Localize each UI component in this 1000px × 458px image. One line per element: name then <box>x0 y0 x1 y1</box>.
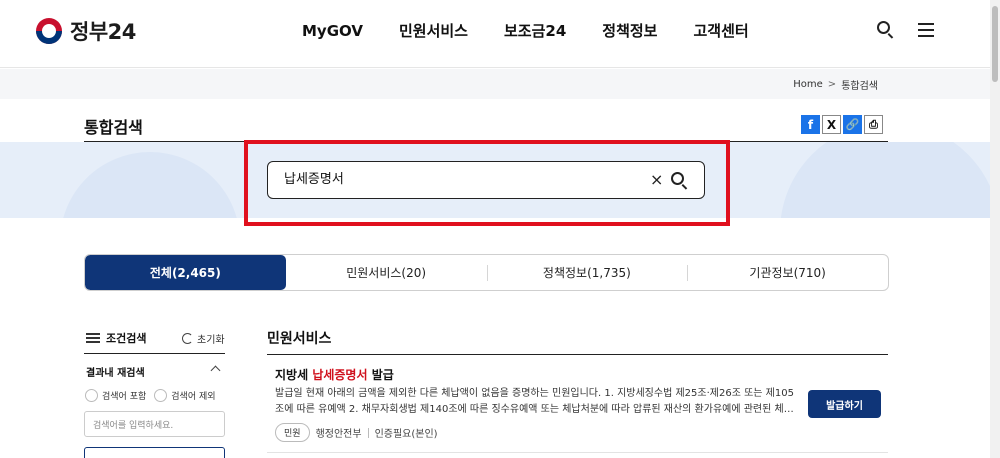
section-title: 민원서비스 <box>267 331 332 347</box>
result-tabs: 전체(2,465) 민원서비스(20) 정책정보(1,735) 기관정보(710… <box>84 254 889 291</box>
search-icon[interactable] <box>876 20 896 40</box>
include-keyword-label: 검색어 포함 <box>102 392 147 402</box>
link-copy-icon[interactable]: 🔗 <box>843 115 862 134</box>
agency-label: 행정안전부 <box>315 429 362 440</box>
refine-search-title: 결과내 재검색 <box>86 368 145 379</box>
exclude-keyword-radio[interactable]: 검색어 제외 <box>154 389 216 402</box>
tab-agency-info[interactable]: 기관정보(710) <box>687 255 888 290</box>
filter-divider <box>84 353 225 354</box>
category-chip: 민원 <box>275 423 310 442</box>
nav-subsidy24[interactable]: 보조금24 <box>504 20 566 42</box>
facebook-share-icon[interactable]: f <box>801 115 820 134</box>
nav-civil-service[interactable]: 민원서비스 <box>399 20 468 42</box>
tab-civil-service[interactable]: 민원서비스(20) <box>286 255 487 290</box>
radio-circle[interactable] <box>154 389 168 402</box>
nav-mygov[interactable]: MyGOV <box>302 20 363 42</box>
title-suffix: 발급 <box>367 368 394 382</box>
meta-divider <box>367 427 369 438</box>
breadcrumb: Home > 통합검색 <box>793 77 878 92</box>
filter-title: 조건검색 <box>86 330 146 346</box>
description-line: 발급일 현재 아래의 금액을 제외한 다른 체납액이 없음을 증명하는 민원입니… <box>275 388 794 399</box>
result-item-description: 발급일 현재 아래의 금액을 제외한 다른 체납액이 없음을 증명하는 민원입니… <box>275 386 795 417</box>
logo-text: 정부24 <box>70 20 136 44</box>
title-highlight: 납세증명서 <box>312 368 368 382</box>
breadcrumb-strip: Home > 통합검색 <box>0 69 990 99</box>
tab-all[interactable]: 전체(2,465) <box>85 255 286 290</box>
section-divider <box>267 354 888 355</box>
main-nav: MyGOV 민원서비스 보조금24 정책정보 고객센터 <box>302 20 749 42</box>
nav-policy-info[interactable]: 정책정보 <box>602 20 657 42</box>
filter-title-label: 조건검색 <box>106 332 147 345</box>
search-submit-icon[interactable] <box>670 171 690 191</box>
refine-search-input[interactable]: 검색어를 입력하세요. <box>84 411 225 437</box>
taegeuk-logo-icon <box>36 18 62 44</box>
refine-search-button[interactable] <box>84 447 225 458</box>
filter-sliders-icon <box>86 332 100 344</box>
result-divider <box>267 452 888 453</box>
description-line: 조에 따른 유예액 2. 채무자회생법 제140조에 따른 징수유예액 또는 체… <box>275 403 794 415</box>
result-item-meta: 민원 행정안전부 인증필요(본인) <box>275 423 438 442</box>
exclude-keyword-label: 검색어 제외 <box>171 392 216 402</box>
include-keyword-radio[interactable]: 검색어 포함 <box>85 389 146 402</box>
search-input[interactable] <box>284 170 624 185</box>
result-item-title[interactable]: 지방세 납세증명서 발급 <box>275 366 394 383</box>
reset-button[interactable]: 초기화 <box>182 331 225 346</box>
breadcrumb-separator: > <box>827 79 837 90</box>
breadcrumb-current: 통합검색 <box>841 81 878 92</box>
search-box: × <box>267 161 705 199</box>
refine-options: 검색어 포함 검색어 제외 <box>85 389 216 402</box>
global-header: 정부24 MyGOV 민원서비스 보조금24 정책정보 고객센터 <box>0 0 1000 68</box>
title-prefix: 지방세 <box>275 368 313 382</box>
scrollbar[interactable] <box>990 0 1000 458</box>
x-share-icon[interactable]: X <box>822 115 841 134</box>
page-title: 통합검색 <box>84 118 143 137</box>
share-buttons: f X 🔗 ⎙ <box>801 115 883 134</box>
breadcrumb-home[interactable]: Home <box>793 79 823 90</box>
issue-button[interactable]: 발급하기 <box>808 390 881 418</box>
radio-circle[interactable] <box>85 389 98 402</box>
auth-label: 인증필요(본인) <box>374 429 438 440</box>
clear-icon[interactable]: × <box>650 170 663 189</box>
nav-customer-center[interactable]: 고객센터 <box>693 20 748 42</box>
scroll-thumb[interactable] <box>992 6 998 82</box>
reset-label: 초기화 <box>197 335 225 346</box>
tab-policy-info[interactable]: 정책정보(1,735) <box>486 255 688 290</box>
refresh-icon <box>182 333 193 344</box>
gov24-logo[interactable]: 정부24 <box>36 16 136 46</box>
chevron-up-icon[interactable] <box>210 365 221 376</box>
hamburger-menu-icon[interactable] <box>916 20 936 40</box>
print-icon[interactable]: ⎙ <box>864 115 883 134</box>
